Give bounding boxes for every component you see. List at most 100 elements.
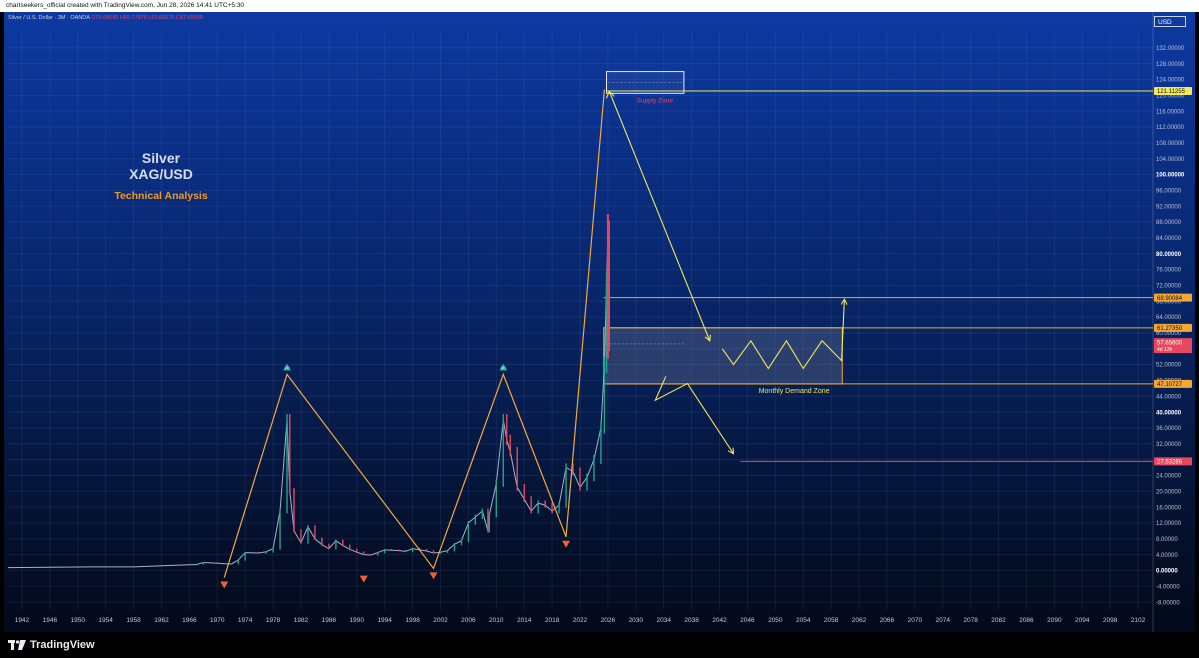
y-tick-label: 116.00000 xyxy=(1156,109,1185,115)
chart-title-block: Silver XAG/USD Technical Analysis xyxy=(106,150,216,202)
y-tick-label: 128.00000 xyxy=(1156,62,1185,68)
x-tick-label: 2086 xyxy=(1019,617,1034,624)
y-tick-label: 88.00000 xyxy=(1156,220,1182,226)
projection-arrowhead xyxy=(727,447,735,455)
x-tick-label: 1974 xyxy=(238,617,253,624)
y-tick-label: 16.00000 xyxy=(1156,505,1182,511)
x-tick-label: 1950 xyxy=(71,617,86,624)
x-tick-label: 2050 xyxy=(768,617,783,624)
x-tick-label: 2002 xyxy=(433,617,448,624)
x-tick-label: 1978 xyxy=(266,617,281,624)
y-tick-label: 112.00000 xyxy=(1156,125,1185,131)
y-tick-label: 32.00000 xyxy=(1156,442,1182,448)
x-tick-label: 2102 xyxy=(1131,617,1146,624)
price-line xyxy=(7,233,610,569)
x-tick-label: 2010 xyxy=(489,617,504,624)
x-tick-label: 1982 xyxy=(294,617,309,624)
y-tick-label: 52.00000 xyxy=(1156,363,1182,369)
y-tick-label: 12.00000 xyxy=(1156,521,1182,527)
y-tick-label: 84.00000 xyxy=(1156,236,1182,242)
x-tick-label: 2046 xyxy=(740,617,755,624)
brand-name: TradingView xyxy=(30,639,95,651)
y-tick-label: 104.00000 xyxy=(1156,157,1185,163)
chart-caption: Technical Analysis xyxy=(114,190,208,202)
attribution-bar: chartseekers_official created with Tradi… xyxy=(0,0,1199,12)
y-tick-label: 96.00000 xyxy=(1156,189,1182,195)
x-tick-label: 2094 xyxy=(1075,617,1090,624)
x-tick-label: 2038 xyxy=(684,617,699,624)
price-label-text: 27.53286 xyxy=(1157,460,1183,466)
attribution-text: chartseekers_official created with Tradi… xyxy=(6,2,245,9)
x-tick-label: 2054 xyxy=(796,617,811,624)
y-tick-label: 100.00000 xyxy=(1156,173,1185,179)
countdown-label: 4d 12h xyxy=(1157,347,1173,353)
y-tick-label: 80.00000 xyxy=(1156,252,1182,258)
x-tick-label: 1990 xyxy=(350,617,365,624)
y-tick-label: 4.00000 xyxy=(1156,553,1178,559)
y-tick-label: 64.00000 xyxy=(1156,315,1182,321)
symbol-name: Silver / U.S. Dollar · 3M · OANDA xyxy=(8,15,90,21)
footer xyxy=(0,632,1199,658)
x-tick-label: 2074 xyxy=(935,617,950,624)
x-tick-label: 2066 xyxy=(880,617,895,624)
x-tick-label: 2022 xyxy=(573,617,588,624)
y-tick-label: -4.00000 xyxy=(1156,584,1180,590)
supply-zone-label: Supply Zone xyxy=(637,97,674,104)
x-tick-label: 2082 xyxy=(991,617,1006,624)
projection-path xyxy=(654,376,734,454)
y-tick-label: 0.00000 xyxy=(1156,569,1178,575)
x-tick-label: 2058 xyxy=(824,617,839,624)
price-chart[interactable]: 1942 1946 1950 1954 1958 1962 1966 1970 1974 1978… xyxy=(4,12,1195,632)
swing-wave-label: (5) xyxy=(501,365,507,370)
y-tick-label: 24.00000 xyxy=(1156,474,1182,480)
x-tick-label: 1966 xyxy=(182,617,197,624)
x-tick-label: 2090 xyxy=(1047,617,1062,624)
price-label-text: 121.11255 xyxy=(1157,89,1186,95)
y-tick-label: 8.00000 xyxy=(1156,537,1178,543)
y-tick-label: 44.00000 xyxy=(1156,394,1182,400)
x-tick-label: 1986 xyxy=(322,617,337,624)
price-label-text: 57.65600 xyxy=(1157,340,1183,346)
x-tick-label: 2006 xyxy=(461,617,476,624)
y-tick-label: 92.00000 xyxy=(1156,204,1182,210)
y-tick-label: 72.00000 xyxy=(1156,284,1182,290)
x-tick-label: 2042 xyxy=(712,617,727,624)
y-tick-label: 36.00000 xyxy=(1156,426,1182,432)
x-tick-label: 2098 xyxy=(1103,617,1118,624)
ohlc-values: O75.08690 H89.77970 L53.66670 C57.65600 xyxy=(91,15,203,21)
currency-selector[interactable]: USD xyxy=(1154,16,1186,27)
swing-low-marker xyxy=(562,540,571,548)
y-tick-label: -8.00000 xyxy=(1156,600,1180,606)
x-tick-label: 1998 xyxy=(405,617,420,624)
x-tick-label: 2018 xyxy=(545,617,560,624)
x-tick-label: 1942 xyxy=(15,617,30,624)
demand-zone-label: Monthly Demand Zone xyxy=(759,388,830,395)
y-tick-label: 108.00000 xyxy=(1156,141,1185,147)
x-tick-label: 2026 xyxy=(601,617,616,624)
x-tick-label: 2030 xyxy=(629,617,644,624)
x-tick-label: 1970 xyxy=(210,617,225,624)
x-tick-label: 1962 xyxy=(154,617,169,624)
tradingview-logo[interactable]: TradingView xyxy=(8,639,95,651)
x-tick-label: 2034 xyxy=(656,617,671,624)
chart-subtitle: XAG/USD xyxy=(129,166,193,182)
y-tick-label: 124.00000 xyxy=(1156,78,1185,84)
swing-low-marker xyxy=(359,575,368,583)
x-tick-label: 2070 xyxy=(908,617,923,624)
y-tick-label: 76.00000 xyxy=(1156,268,1182,274)
y-tick-label: 20.00000 xyxy=(1156,489,1182,495)
y-tick-label: 40.00000 xyxy=(1156,410,1182,416)
y-tick-label: 132.00000 xyxy=(1156,46,1185,52)
x-tick-label: 1994 xyxy=(377,617,392,624)
x-tick-label: 1946 xyxy=(43,617,58,624)
symbol-legend[interactable]: Silver / U.S. Dollar · 3M · OANDA O75.08… xyxy=(8,15,203,21)
swing-wave-label: (3) xyxy=(285,365,291,370)
x-tick-label: 1958 xyxy=(126,617,141,624)
x-tick-label: 2014 xyxy=(517,617,532,624)
price-label-text: 47.10727 xyxy=(1157,382,1183,388)
chart-frame[interactable]: 1942 1946 1950 1954 1958 1962 1966 1970 1974 1978… xyxy=(4,12,1195,632)
chart-title: Silver xyxy=(141,150,181,166)
price-label-text: 61.27350 xyxy=(1157,326,1183,332)
swing-low-marker xyxy=(220,581,229,589)
x-tick-label: 2078 xyxy=(963,617,978,624)
